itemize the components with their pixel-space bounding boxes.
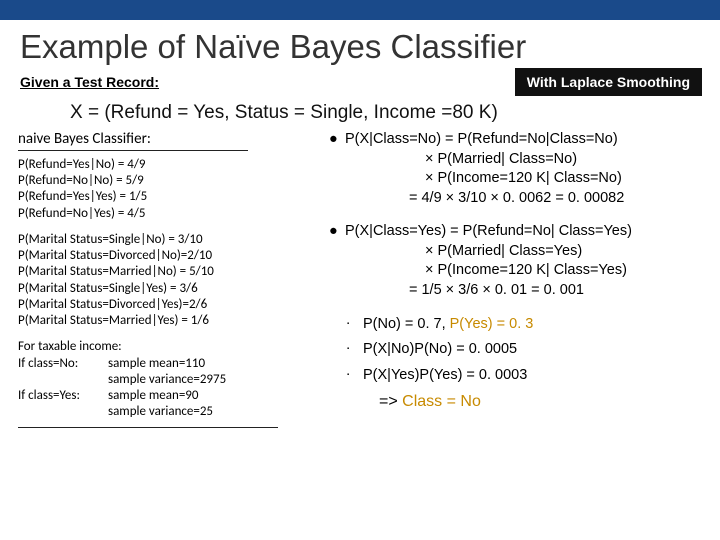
- calc-yes-l1: P(X|Class=Yes) = P(Refund=No| Class=Yes): [345, 222, 706, 242]
- marital-line: P(Marital Status=Married|Yes) = 1/6: [18, 313, 323, 329]
- calc-yes-l3: × P(Income=120 K| Class=Yes): [345, 261, 706, 281]
- bullet-open-icon: ▪: [329, 315, 363, 335]
- post-yes-item: ▪ P(X|Yes)P(Yes) = 0. 0003: [329, 366, 706, 386]
- refund-line: P(Refund=No|No) = 5/9: [18, 173, 323, 189]
- bullet-icon: ●: [329, 222, 345, 300]
- post-no-item: ▪ P(X|No)P(No) = 0. 0005: [329, 340, 706, 360]
- marital-line: P(Marital Status=Divorced|Yes)=2/6: [18, 297, 323, 313]
- conclusion-arrow: =>: [379, 393, 402, 410]
- marital-line: P(Marital Status=Single|No) = 3/10: [18, 232, 323, 248]
- post-yes: P(X|Yes)P(Yes) = 0. 0003: [363, 366, 706, 386]
- refund-line: P(Refund=Yes|Yes) = 1/5: [18, 189, 323, 205]
- calc-no-l3: × P(Income=120 K| Class=No): [345, 169, 706, 189]
- calc-yes-l4: = 1/5 × 3/6 × 0. 01 = 0. 001: [345, 281, 706, 301]
- bullet-icon: ●: [329, 130, 345, 208]
- prior-yes: P(Yes) = 0. 3: [450, 316, 534, 332]
- refund-line: P(Refund=No|Yes) = 4/5: [18, 206, 323, 222]
- income-no-mean: sample mean=110: [108, 356, 226, 372]
- marital-line: P(Marital Status=Single|Yes) = 3/6: [18, 281, 323, 297]
- conclusion-text: Class = No: [402, 393, 481, 410]
- left-column: naive Bayes Classifier: P(Refund=Yes|No)…: [18, 130, 323, 438]
- priors-item: ▪ P(No) = 0. 7, P(Yes) = 0. 3: [329, 315, 706, 335]
- calc-no-l1: P(X|Class=No) = P(Refund=No|Class=No): [345, 130, 706, 150]
- calc-no-l4: = 4/9 × 3/10 × 0. 0062 = 0. 00082: [345, 189, 706, 209]
- income-no-label: If class=No:: [18, 356, 108, 389]
- bullet-open-icon: ▪: [329, 340, 363, 360]
- income-yes-label: If class=Yes:: [18, 388, 108, 421]
- left-divider: [18, 427, 278, 428]
- calc-no-l2: × P(Married| Class=No): [345, 150, 706, 170]
- bullet-open-icon: ▪: [329, 366, 363, 386]
- conclusion: => Class = No: [329, 391, 706, 413]
- income-yes-var: sample variance=25: [108, 404, 213, 420]
- test-record: X = (Refund = Yes, Status = Single, Inco…: [0, 96, 720, 130]
- top-accent-bar: [0, 0, 720, 20]
- marital-block: P(Marital Status=Single|No) = 3/10 P(Mar…: [18, 232, 323, 330]
- income-header: For taxable income:: [18, 339, 323, 355]
- smoothing-callout: With Laplace Smoothing: [515, 68, 702, 96]
- calc-no-item: ● P(X|Class=No) = P(Refund=No|Class=No) …: [329, 130, 706, 208]
- refund-line: P(Refund=Yes|No) = 4/9: [18, 157, 323, 173]
- given-label: Given a Test Record:: [20, 74, 159, 90]
- refund-block: P(Refund=Yes|No) = 4/9 P(Refund=No|No) =…: [18, 157, 323, 222]
- slide-title: Example of Naïve Bayes Classifier: [0, 20, 720, 68]
- right-column: ● P(X|Class=No) = P(Refund=No|Class=No) …: [323, 130, 706, 438]
- calc-yes-l2: × P(Married| Class=Yes): [345, 242, 706, 262]
- marital-line: P(Marital Status=Divorced|No)=2/10: [18, 248, 323, 264]
- income-no-var: sample variance=2975: [108, 372, 226, 388]
- calc-yes-item: ● P(X|Class=Yes) = P(Refund=No| Class=Ye…: [329, 222, 706, 300]
- nb-header: naive Bayes Classifier:: [18, 130, 248, 151]
- prior-no: P(No) = 0. 7,: [363, 316, 450, 332]
- post-no: P(X|No)P(No) = 0. 0005: [363, 340, 706, 360]
- income-yes-mean: sample mean=90: [108, 388, 213, 404]
- income-block: For taxable income: If class=No: sample …: [18, 339, 323, 427]
- content-columns: naive Bayes Classifier: P(Refund=Yes|No)…: [0, 130, 720, 438]
- slide-root: Example of Naïve Bayes Classifier Given …: [0, 0, 720, 540]
- subtitle-row: Given a Test Record: With Laplace Smooth…: [0, 68, 720, 96]
- marital-line: P(Marital Status=Married|No) = 5/10: [18, 264, 323, 280]
